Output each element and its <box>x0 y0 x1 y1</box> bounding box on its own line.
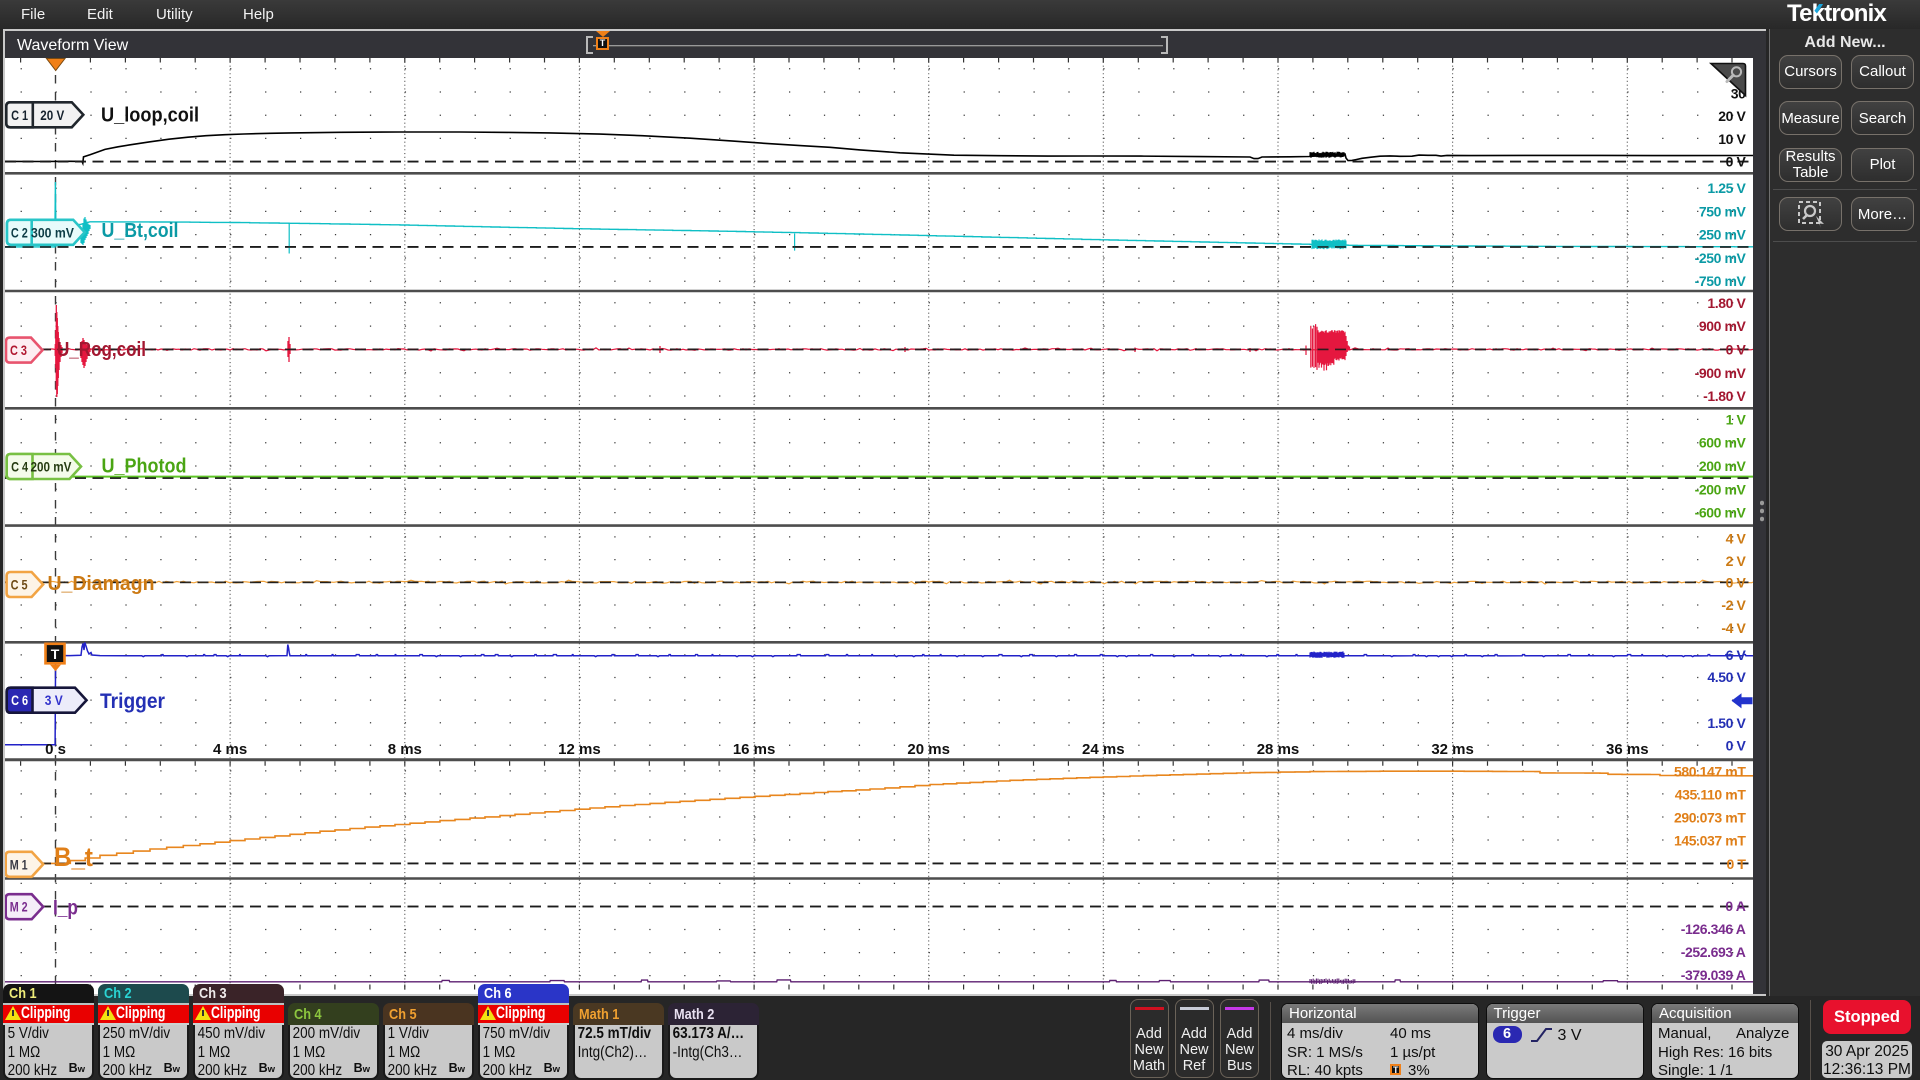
svg-text:200 mV: 200 mV <box>1699 458 1747 474</box>
svg-text:20 V: 20 V <box>1718 108 1746 124</box>
svg-text:900 mV: 900 mV <box>1699 318 1747 334</box>
svg-text:Trigger: Trigger <box>100 690 165 713</box>
svg-text:I_p: I_p <box>53 896 78 920</box>
svg-text:-750 mV: -750 mV <box>1695 273 1747 289</box>
svg-text:U_loop,coil: U_loop,coil <box>101 104 199 127</box>
svg-text:0 V: 0 V <box>1726 154 1747 170</box>
svg-text:-600 mV: -600 mV <box>1695 505 1747 521</box>
svg-text:C 6: C 6 <box>11 692 28 708</box>
svg-text:580.147 mT: 580.147 mT <box>1674 763 1746 779</box>
svg-text:0 V: 0 V <box>1726 341 1747 357</box>
svg-text:-4 V: -4 V <box>1721 620 1746 636</box>
svg-text:3 V: 3 V <box>45 692 64 708</box>
svg-text:16 ms: 16 ms <box>733 741 776 758</box>
svg-text:0 s: 0 s <box>45 741 66 758</box>
svg-text:435.110 mT: 435.110 mT <box>1675 787 1747 803</box>
svg-text:B_t: B_t <box>54 842 93 872</box>
svg-text:-250 mV: -250 mV <box>1695 250 1747 266</box>
svg-text:-200 mV: -200 mV <box>1695 481 1747 497</box>
svg-text:600 mV: 600 mV <box>1699 435 1747 451</box>
svg-text:U_Diamagn: U_Diamagn <box>48 572 155 595</box>
svg-text:290.073 mT: 290.073 mT <box>1674 810 1746 826</box>
svg-text:20 V: 20 V <box>40 107 65 123</box>
svg-text:-252.693 A: -252.693 A <box>1681 944 1746 960</box>
svg-text:U_Rog,coil: U_Rog,coil <box>57 338 146 361</box>
svg-text:1.25 V: 1.25 V <box>1707 180 1746 196</box>
svg-text:0 V: 0 V <box>1726 737 1747 753</box>
svg-text:0 V: 0 V <box>1726 574 1747 590</box>
svg-text:-1.80 V: -1.80 V <box>1703 388 1746 404</box>
svg-text:1 V: 1 V <box>1726 411 1747 427</box>
svg-text:145.037 mT: 145.037 mT <box>1674 833 1746 849</box>
svg-text:4 V: 4 V <box>1726 530 1747 546</box>
svg-text:C 2: C 2 <box>11 224 28 240</box>
svg-text:6 V: 6 V <box>1726 647 1747 663</box>
svg-text:300 mV: 300 mV <box>31 224 75 240</box>
svg-text:0 T: 0 T <box>1726 856 1746 872</box>
svg-text:1.80 V: 1.80 V <box>1707 295 1746 311</box>
svg-text:36 ms: 36 ms <box>1606 741 1649 758</box>
svg-text:12 ms: 12 ms <box>558 741 601 758</box>
svg-text:200 mV: 200 mV <box>31 459 73 475</box>
svg-text:4.50 V: 4.50 V <box>1707 669 1746 685</box>
svg-text:20 ms: 20 ms <box>907 741 950 758</box>
svg-text:-900 mV: -900 mV <box>1695 365 1747 381</box>
svg-text:8 ms: 8 ms <box>388 741 422 758</box>
svg-text:24 ms: 24 ms <box>1082 741 1125 758</box>
svg-text:2 V: 2 V <box>1726 553 1747 569</box>
svg-text:U_Bt,coil: U_Bt,coil <box>102 219 179 242</box>
svg-text:4 ms: 4 ms <box>213 741 247 758</box>
svg-text:U_Photod: U_Photod <box>102 455 187 478</box>
svg-text:M 2: M 2 <box>10 899 28 915</box>
svg-text:250 mV: 250 mV <box>1699 227 1747 243</box>
svg-text:-126.346 A: -126.346 A <box>1681 921 1746 937</box>
svg-text:28 ms: 28 ms <box>1257 741 1300 758</box>
svg-text:C 4: C 4 <box>11 459 28 475</box>
svg-text:C 5: C 5 <box>11 577 28 593</box>
svg-text:C 3: C 3 <box>10 342 27 358</box>
svg-text:0 A: 0 A <box>1725 898 1745 914</box>
svg-text:T: T <box>51 646 60 662</box>
svg-text:C 1: C 1 <box>11 107 28 123</box>
svg-text:10 V: 10 V <box>1718 131 1746 147</box>
svg-text:-2 V: -2 V <box>1721 597 1746 613</box>
svg-text:32 ms: 32 ms <box>1431 741 1474 758</box>
svg-text:M 1: M 1 <box>10 856 28 872</box>
svg-text:-379.039 A: -379.039 A <box>1681 967 1746 983</box>
svg-text:750 mV: 750 mV <box>1699 203 1747 219</box>
svg-text:1.50 V: 1.50 V <box>1707 715 1746 731</box>
